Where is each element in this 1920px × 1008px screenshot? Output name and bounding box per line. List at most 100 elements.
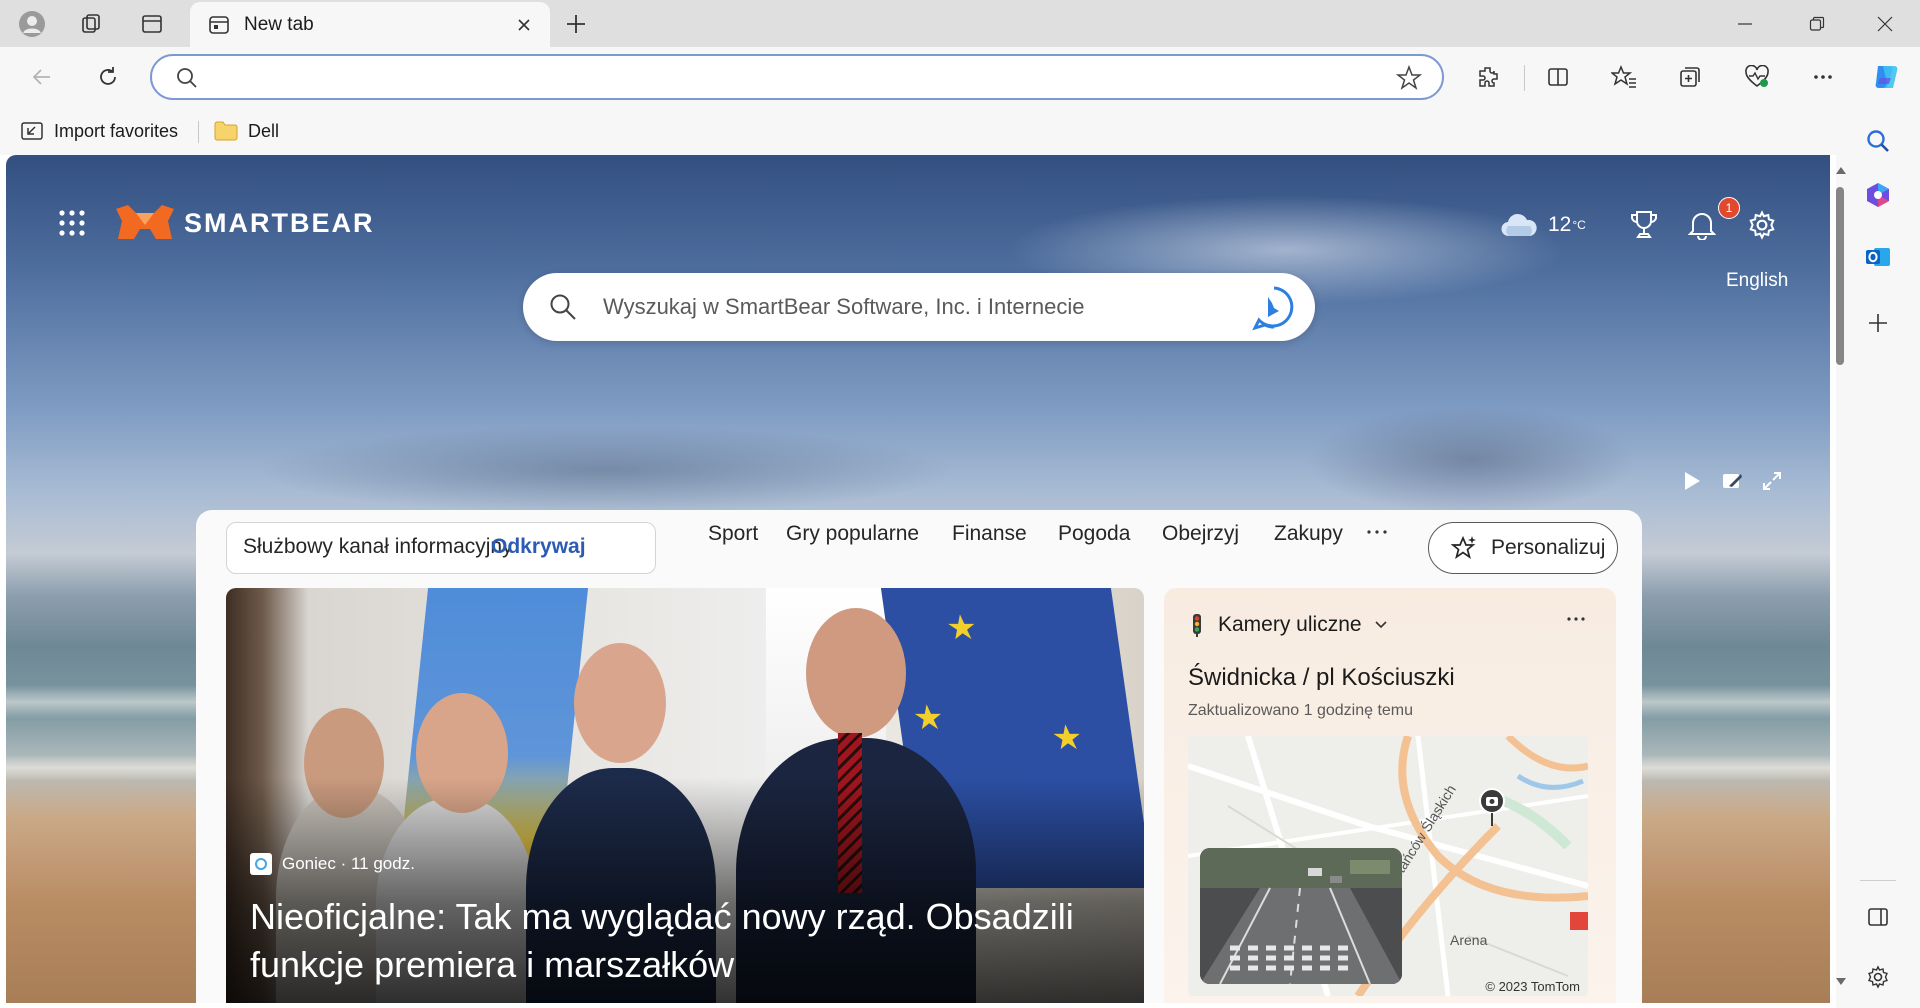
bell-icon — [1688, 213, 1716, 240]
search-icon — [177, 68, 197, 88]
collections-icon — [1680, 67, 1700, 87]
copilot-icon — [1875, 66, 1898, 88]
language-switch[interactable]: English — [1726, 270, 1788, 292]
cloud-icon — [1501, 213, 1537, 237]
sidebar-add-button[interactable] — [1858, 303, 1898, 343]
star-icon — [1396, 65, 1422, 90]
minimize-button[interactable] — [1710, 0, 1780, 47]
hero-news-card[interactable]: ★ ★ ★ Goniec · 11 godz. Nieoficjalne: Ta… — [226, 588, 1144, 1003]
page-search-input[interactable] — [603, 289, 1223, 325]
import-favorites-label: Import favorites — [54, 120, 179, 141]
extensions-button[interactable] — [1468, 57, 1508, 97]
scrollbar-thumb[interactable] — [1836, 187, 1844, 365]
nav-more-button[interactable] — [1366, 528, 1388, 536]
nav-watch[interactable]: Obejrzyj — [1162, 522, 1239, 552]
personalize-button[interactable]: Personalizuj — [1428, 522, 1618, 574]
address-input[interactable] — [212, 62, 1362, 92]
traffic-light-icon — [1193, 614, 1201, 637]
tab-actions-icon — [142, 15, 162, 33]
outlook-icon — [1866, 248, 1890, 266]
puzzle-icon — [1479, 67, 1498, 87]
news-feed-panel: Służbowy kanał informacyjny Odkrywaj Spo… — [196, 510, 1642, 1003]
close-window-button[interactable] — [1850, 0, 1920, 47]
favorites-folder-dell[interactable]: Dell — [214, 115, 279, 147]
personalize-label: Personalizuj — [1491, 536, 1606, 559]
sidebar-m365-button[interactable] — [1858, 175, 1898, 215]
notifications-button[interactable] — [1682, 205, 1722, 245]
edit-image-icon — [1723, 474, 1742, 488]
traffic-card-more-button[interactable] — [1566, 616, 1586, 622]
settings-and-more-button[interactable] — [1803, 57, 1843, 97]
hero-headline[interactable]: Nieoficjalne: Tak ma wyglądać nowy rząd.… — [250, 893, 1120, 989]
sidebar-outlook-button[interactable] — [1858, 237, 1898, 277]
nav-popular-games[interactable]: Gry popularne — [786, 522, 919, 552]
back-button[interactable] — [22, 57, 62, 97]
background-info-button[interactable] — [1714, 463, 1750, 499]
tab-strip: New tab — [0, 0, 1920, 47]
expand-background-button[interactable] — [1754, 463, 1790, 499]
sidebar-toggle-icon — [1868, 908, 1888, 926]
refresh-button[interactable] — [88, 57, 128, 97]
bing-chat-icon — [1252, 286, 1294, 331]
sidebar-search-button[interactable] — [1858, 121, 1898, 161]
camera-updated-time: Zaktualizowano 1 godzinę temu — [1188, 702, 1414, 719]
copilot-button[interactable] — [1866, 57, 1906, 97]
tab-title: New tab — [244, 13, 314, 35]
import-icon — [21, 122, 43, 140]
background-cloud — [256, 425, 956, 515]
weather-unit: °C — [1572, 218, 1586, 232]
tab-new-tab[interactable]: New tab — [190, 2, 550, 47]
favorites-divider — [198, 121, 199, 143]
search-icon — [1867, 130, 1889, 152]
collections-button[interactable] — [1670, 57, 1710, 97]
waffle-icon — [59, 210, 85, 236]
nav-finance[interactable]: Finanse — [952, 522, 1027, 552]
camera-pin-icon — [1479, 788, 1505, 826]
page-search-box[interactable] — [523, 273, 1315, 341]
nav-sport[interactable]: Sport — [708, 522, 758, 552]
nav-shopping[interactable]: Zakupy — [1274, 522, 1343, 552]
new-tab-page: SMARTBEAR 12°C 1 English Służbowy kanał … — [6, 155, 1830, 1003]
weather-widget[interactable]: 12 °C — [1500, 207, 1586, 243]
nav-discover[interactable]: Odkrywaj — [491, 535, 586, 565]
favorites-button[interactable] — [1604, 57, 1644, 97]
camera-location[interactable]: Świdnicka / pl Kościuszki — [1188, 664, 1455, 692]
traffic-map[interactable]: Powstańców Śląskich Arena © 2023 TomTom — [1188, 736, 1588, 996]
smartbear-logo[interactable]: SMARTBEAR — [114, 203, 375, 243]
play-icon — [1685, 472, 1700, 490]
weather-temperature: 12 — [1548, 213, 1572, 236]
rewards-button[interactable] — [1624, 205, 1664, 245]
edge-sidebar — [1836, 107, 1920, 1008]
trophy-icon — [1631, 211, 1657, 238]
address-bar[interactable] — [150, 54, 1444, 100]
hero-source-text: Goniec · 11 godz. — [282, 854, 415, 873]
chevron-down-icon — [1374, 621, 1387, 629]
favorites-bar: Import favorites Dell — [0, 107, 1920, 155]
profile-button[interactable] — [14, 6, 50, 42]
close-icon — [1877, 16, 1893, 31]
workspaces-button[interactable] — [74, 6, 110, 42]
new-tab-button[interactable] — [556, 6, 596, 42]
page-settings-button[interactable] — [1742, 205, 1782, 245]
sidebar-settings-button[interactable] — [1858, 957, 1898, 997]
hide-sidebar-button[interactable] — [1858, 897, 1898, 937]
sidebar-divider — [1860, 880, 1896, 881]
profile-icon — [19, 11, 45, 37]
traffic-card-header[interactable]: Kamery uliczne — [1188, 610, 1388, 640]
publisher-logo-icon — [250, 853, 272, 875]
scroll-down-button[interactable] — [1835, 977, 1847, 987]
app-launcher-button[interactable] — [54, 205, 90, 241]
import-favorites-link[interactable]: Import favorites — [20, 115, 178, 147]
browser-essentials-button[interactable] — [1737, 57, 1777, 97]
traffic-camera-thumbnail[interactable] — [1200, 848, 1402, 984]
brand-name: SMARTBEAR — [184, 207, 375, 238]
split-screen-button[interactable] — [1538, 57, 1578, 97]
restore-button[interactable] — [1782, 0, 1852, 47]
nav-weather[interactable]: Pogoda — [1058, 522, 1130, 552]
plus-icon — [1869, 314, 1887, 332]
scroll-up-button[interactable] — [1835, 165, 1847, 175]
tab-close-button[interactable] — [510, 11, 538, 39]
nav-work-feed[interactable]: Służbowy kanał informacyjny — [243, 535, 513, 565]
play-background-button[interactable] — [1674, 463, 1710, 499]
vertical-tabs-button[interactable] — [134, 6, 170, 42]
